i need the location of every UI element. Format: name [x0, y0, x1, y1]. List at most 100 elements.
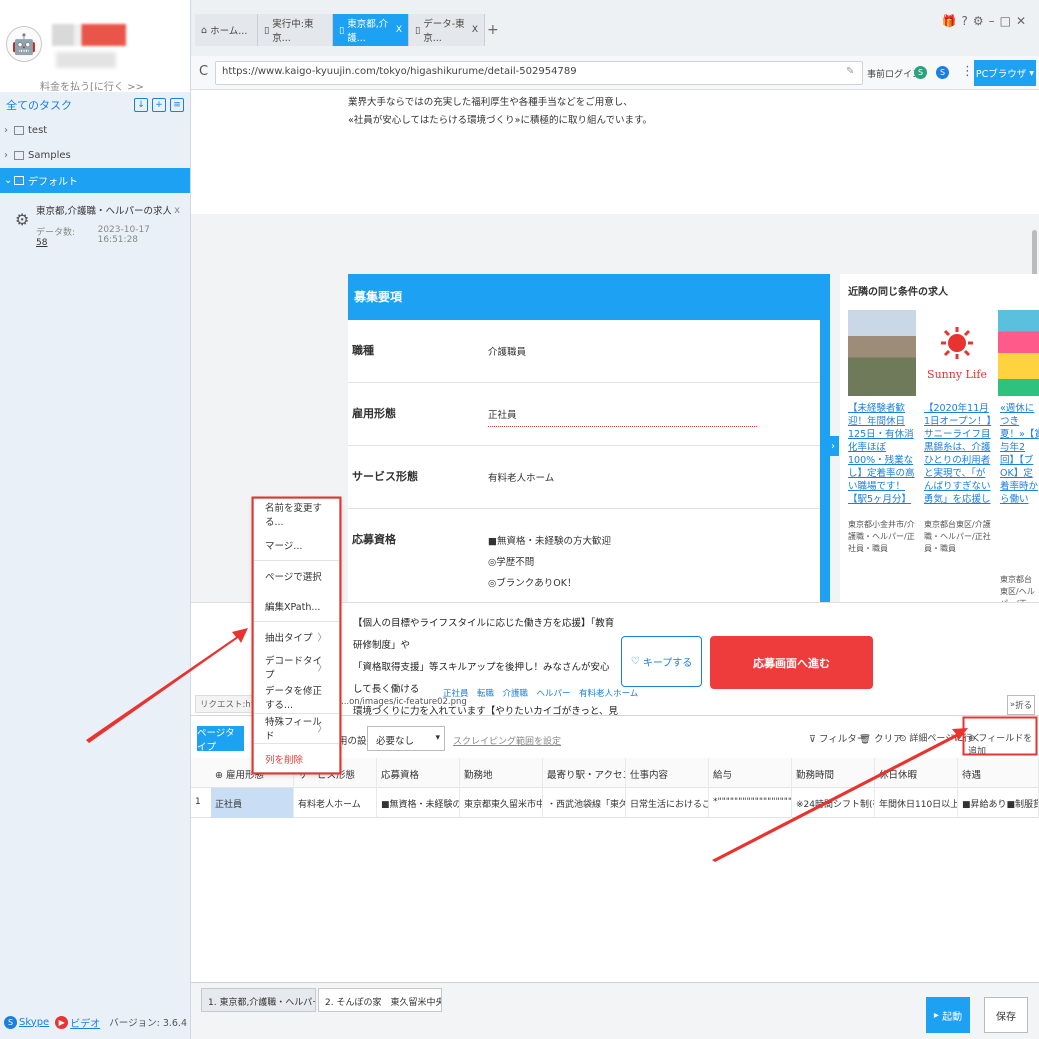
column-header[interactable]: 仕事内容 — [626, 758, 709, 788]
window-controls[interactable]: 🎁?⚙–□✕ — [942, 14, 1031, 28]
pc-browser-dropdown[interactable]: PCブラウザ ▾ — [974, 60, 1036, 86]
tab-label: 実行中:東京... — [272, 19, 314, 44]
import-icon[interactable]: ↓ — [134, 98, 148, 112]
table-cell[interactable]: 有料老人ホーム — [294, 788, 377, 818]
robot-task-icon: ⚙ — [15, 210, 30, 229]
job-ad-image[interactable] — [998, 310, 1039, 396]
reload-icon[interactable]: C — [199, 64, 208, 79]
table-cell[interactable]: ※24時間シフト制(夜勤... — [792, 788, 875, 818]
pre-login-button[interactable]: 事前ログイン — [867, 67, 921, 80]
close-icon[interactable]: X — [472, 25, 478, 35]
url-input[interactable]: https://www.kaigo-kyuujin.com/tokyo/higa… — [215, 61, 863, 85]
table-cell[interactable]: 東京都東久留米市中央町... — [460, 788, 543, 818]
home-icon: ⌂ — [201, 24, 211, 36]
tab-home[interactable]: ⌂ ホーム... — [195, 14, 258, 46]
job-photo[interactable] — [848, 310, 916, 396]
row-value: ■無資格・未経験の方大歓迎 ◎学歴不問 ◎ブランクありOK！ — [488, 531, 611, 594]
tab-data[interactable]: ▯ データ-東京... X — [409, 14, 485, 46]
folder-test[interactable]: › test — [0, 118, 190, 143]
chevron-right-icon[interactable]: › — [827, 436, 839, 456]
menu-item-decode-type[interactable]: デコードタイプ〉 — [254, 652, 339, 683]
column-header[interactable]: 勤務時間 — [792, 758, 875, 788]
menu-item-delete-column[interactable]: 列を削除 — [254, 743, 339, 774]
page-type-button[interactable]: ページタイプ — [197, 726, 244, 753]
clear-button[interactable]: 🗑 クリア — [859, 731, 903, 745]
fold-button[interactable]: » 折る — [1007, 695, 1035, 715]
filter-button[interactable]: ⊽ フィルター — [809, 731, 866, 745]
skype-icon[interactable]: S — [4, 1015, 17, 1029]
close-icon[interactable]: X — [396, 25, 402, 35]
browser-tab-bar: ⌂ ホーム... ▯ 実行中:東京... ▯ 東京都,介護... X ▯ データ… — [191, 0, 1039, 56]
menu-item-fix-data[interactable]: データを修正する... — [254, 682, 339, 713]
pay-link[interactable]: 料金を払う[に行く >> — [40, 78, 144, 93]
close-icon[interactable]: x — [174, 205, 180, 216]
start-label: 起動 — [942, 1011, 963, 1023]
apply-button[interactable]: 応募画面へ進む — [710, 636, 873, 689]
row-value: 有料老人ホーム — [488, 473, 555, 484]
more-menu-icon[interactable]: ⋮ — [961, 64, 974, 79]
video-icon[interactable]: ▶ — [55, 1015, 69, 1029]
job-link[interactable]: 【未経験者歓迎！年間休日125日・有休消化率ほぼ100%・残業なし】定着率の高い… — [848, 402, 918, 506]
new-folder-icon[interactable]: + — [152, 98, 166, 112]
recruit-table: 職種 介護職員 雇用形態 正社員 サービス形態 有料老人ホーム 応募資格 ■無資… — [348, 320, 830, 602]
save-button[interactable]: 保存 — [984, 997, 1028, 1033]
table-cell[interactable]: 日常生活におけるご入居... — [626, 788, 709, 818]
row-label: 雇用形態 — [352, 407, 396, 420]
menu-label: 列を削除 — [265, 754, 304, 766]
tab-current-page[interactable]: ▯ 東京都,介護... X — [333, 14, 409, 46]
scrape-range-link[interactable]: スクレイピング範囲を設定 — [453, 734, 561, 747]
table-cell[interactable]: 年間休日110日以上 年間... — [875, 788, 958, 818]
column-header[interactable]: 最寄り駅・アクセス — [543, 758, 626, 788]
table-cell[interactable]: *"""""""""""""""""""""... — [709, 788, 792, 818]
menu-item-edit-xpath[interactable]: 編集XPath... — [254, 591, 339, 622]
menu-item-select-on-page[interactable]: ページで選択 — [254, 560, 339, 591]
menu-item-extract-type[interactable]: 抽出タイプ〉 — [254, 621, 339, 652]
extension-icon[interactable]: S — [936, 66, 949, 79]
job-location: 東京都小金井市/介護職・ヘルパー/正社員・職員 — [848, 520, 915, 553]
robot-avatar-icon[interactable]: 🤖 — [6, 26, 42, 62]
column-header[interactable]: 給与 — [709, 758, 792, 788]
table-cell-selected[interactable]: 正社員 — [211, 788, 294, 818]
keep-button[interactable]: ♡ キープする — [621, 636, 702, 687]
menu-item-special-field[interactable]: 特殊フィールド〉 — [254, 712, 339, 744]
row-value-highlighted[interactable]: 正社員 — [488, 405, 757, 427]
folder-label: デフォルト — [28, 177, 78, 188]
start-button[interactable]: ▸ 起動 — [926, 997, 970, 1033]
column-header[interactable]: 勤務地 — [460, 758, 543, 788]
video-link[interactable]: ビデオ — [70, 1015, 100, 1030]
skype-link[interactable]: Skype — [19, 1017, 49, 1028]
plus-circle-icon: ⊕ — [968, 734, 979, 744]
value-line: ◎ブランクありOK！ — [488, 578, 577, 589]
column-header[interactable]: 休日休暇 — [875, 758, 958, 788]
all-tasks-label[interactable]: 全てのタスク — [6, 97, 130, 113]
bottom-tab-list-page[interactable]: 1. 東京都,介護職・ヘルパーの求人... — [201, 988, 316, 1012]
data-count[interactable]: 58 — [36, 238, 47, 248]
edit-icon[interactable]: ✎ — [846, 66, 854, 77]
menu-label: 名前を変更する... — [265, 503, 323, 529]
task-title[interactable]: 東京都,介護職・ヘルパーの求人・転職情報... — [36, 203, 171, 217]
menu-item-merge[interactable]: マージ... — [254, 530, 339, 561]
need-select[interactable]: 必要なし — [367, 726, 445, 751]
task-item[interactable]: ⚙ 東京都,介護職・ヘルパーの求人・転職情報... x データ数: 58 202… — [0, 193, 190, 255]
table-cell[interactable]: ■昇給あり■制服貸与■交... — [958, 788, 1039, 818]
bottom-tab-detail-page[interactable]: 2. そんぽの家 東久留米中央 介... — [318, 988, 442, 1012]
table-cell[interactable]: ■無資格・未経験の方大... — [377, 788, 460, 818]
column-header[interactable]: 待遇 — [958, 758, 1039, 788]
new-tab-icon[interactable]: + — [487, 22, 499, 38]
column-header[interactable]: 応募資格 — [377, 758, 460, 788]
page-icon: ▯ — [264, 24, 273, 36]
add-field-button[interactable]: ⊕ フィールドを追加 — [968, 731, 1039, 757]
new-task-icon[interactable]: ≡ — [170, 98, 184, 112]
recruit-row: 職種 介護職員 — [348, 320, 820, 383]
extension-icon[interactable]: S — [914, 66, 927, 79]
menu-item-rename[interactable]: 名前を変更する... — [254, 499, 339, 530]
table-cell[interactable]: ・西武池袋線「東久留米... — [543, 788, 626, 818]
folder-default[interactable]: ⌄ デフォルト — [0, 168, 190, 193]
job-link[interactable]: «週休につき夏！»【賞与年2回】【ブ OK】定着率時から働い — [1000, 402, 1039, 506]
task-sidebar: 🤖 料金を払う[に行く >> 全てのタスク ↓ + ≡ › test › Sam… — [0, 0, 191, 1039]
job-link[interactable]: 【2020年11月1日オープン！】サニーライフ目黒錦糸は、介護ひとりの利用者と実… — [924, 402, 994, 506]
row-label: 応募資格 — [352, 533, 396, 546]
folder-samples[interactable]: › Samples — [0, 143, 190, 168]
tab-running[interactable]: ▯ 実行中:東京... — [258, 14, 333, 46]
sunny-life-logo[interactable]: Sunny Life — [922, 310, 992, 396]
